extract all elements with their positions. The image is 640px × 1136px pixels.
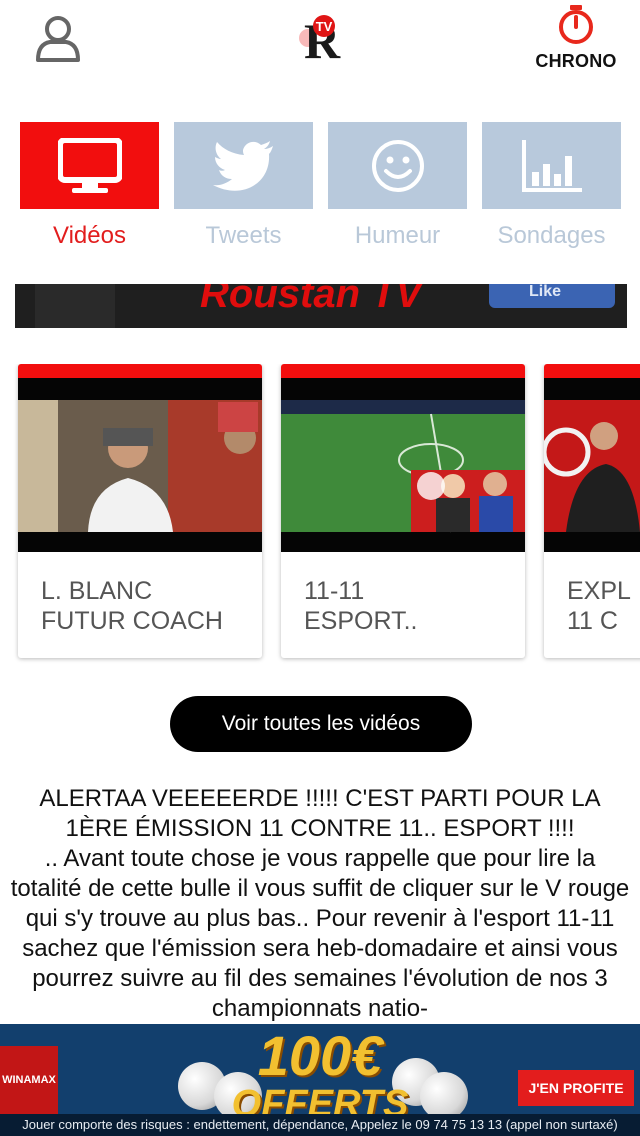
card-accent-bar (18, 364, 262, 378)
tab-sondages[interactable]: Sondages (482, 122, 621, 252)
stopwatch-icon (559, 5, 593, 44)
video-card[interactable]: EXPL 11 C (544, 364, 640, 658)
banner-logo (35, 284, 115, 328)
banner-title: Roustan TV (200, 284, 423, 316)
video-title: EXPL 11 C (567, 577, 631, 635)
tab-videos-label: Vidéos (53, 222, 126, 249)
video-title: 11-11 ESPORT.. (304, 577, 418, 635)
monitor-icon (57, 137, 122, 193)
channel-banner[interactable]: Roustan TV Like (15, 284, 627, 328)
ad-headline: 100€ OFFERTS (190, 1024, 450, 1124)
video-card[interactable]: L. BLANC FUTUR COACH (18, 364, 262, 658)
ad-banner[interactable]: WINAMAX 100€ OFFERTS J'EN PROFITE Jouer … (0, 1024, 640, 1136)
ad-brand: WINAMAX (0, 1046, 58, 1116)
video-card[interactable]: 11-11 ESPORT.. (281, 364, 525, 658)
card-accent-bar (544, 364, 640, 378)
video-title: L. BLANC FUTUR COACH (41, 577, 223, 635)
article-body: .. Avant toute chose je vous rappelle qu… (10, 845, 630, 1022)
video-thumbnail (281, 378, 525, 552)
bar-chart-icon (521, 139, 582, 192)
tab-humeur[interactable]: Humeur (328, 122, 467, 252)
user-icon[interactable] (30, 12, 86, 64)
facebook-like-button[interactable]: Like (489, 284, 615, 308)
ad-disclaimer: Jouer comporte des risques : endettement… (0, 1114, 640, 1136)
tab-videos[interactable]: Vidéos (20, 122, 159, 252)
twitter-bird-icon (212, 140, 273, 191)
ad-amount: 100€ (257, 1024, 383, 1087)
chrono-button[interactable]: CHRONO (528, 2, 624, 72)
app-header: R TV CHRONO (0, 0, 640, 100)
video-thumbnail (544, 378, 640, 552)
article-headline: ALERTAA VEEEEERDE !!!!! C'EST PARTI POUR… (39, 785, 601, 842)
tab-humeur-label: Humeur (354, 222, 441, 249)
smiley-icon (371, 139, 424, 192)
all-videos-button[interactable]: Voir toutes les vidéos (170, 696, 472, 752)
video-carousel[interactable]: L. BLANC FUTUR COACH 11-11 ESPORT.. EXPL… (0, 364, 640, 664)
chrono-label: CHRONO (535, 51, 617, 71)
logo-tv-text: TV (316, 19, 333, 34)
tab-tweets-label: Tweets (205, 222, 282, 249)
article-text[interactable]: ALERTAA VEEEEERDE !!!!! C'EST PARTI POUR… (10, 784, 630, 1024)
tab-sondages-label: Sondages (497, 222, 606, 249)
rtv-logo[interactable]: R TV (290, 10, 354, 69)
tab-tweets[interactable]: Tweets (174, 122, 313, 252)
section-tabs: Vidéos Tweets Humeur Sondages (0, 122, 640, 262)
card-accent-bar (281, 364, 525, 378)
video-thumbnail (18, 378, 262, 552)
ad-cta-button[interactable]: J'EN PROFITE (518, 1070, 634, 1106)
